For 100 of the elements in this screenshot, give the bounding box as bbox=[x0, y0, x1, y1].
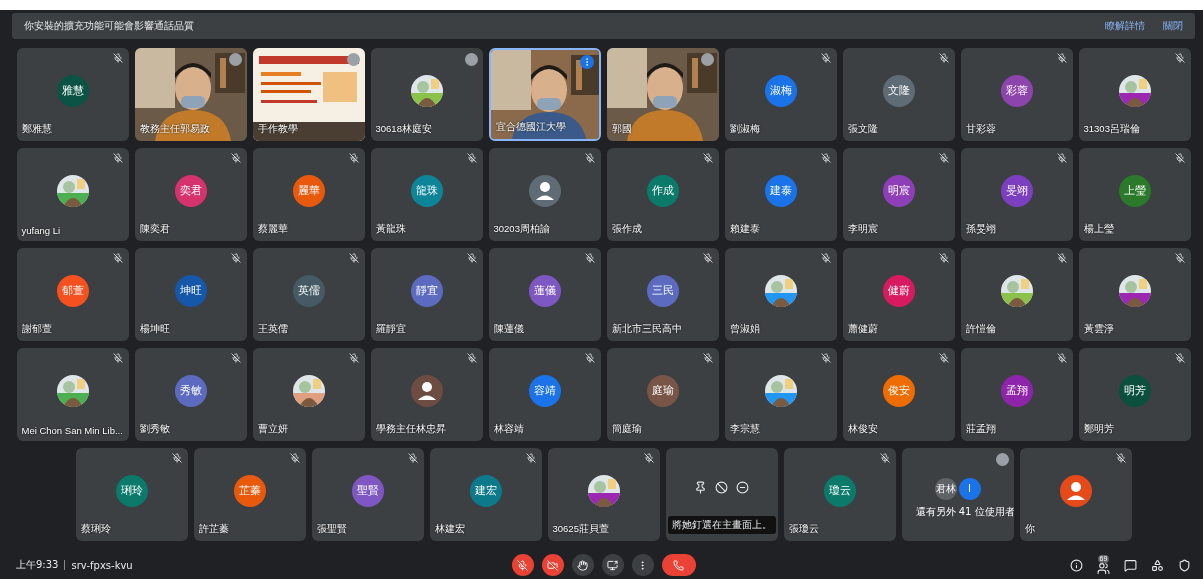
info-icon[interactable] bbox=[1070, 558, 1083, 572]
participant-tile[interactable]: yufang Li bbox=[16, 148, 129, 241]
participant-tile[interactable]: 彩蓉 甘彩蓉 bbox=[960, 48, 1073, 141]
participant-tile[interactable]: 明宸 李明宸 bbox=[842, 148, 955, 241]
participant-tile[interactable]: 許愷倫 bbox=[960, 248, 1073, 341]
shield-icon[interactable] bbox=[1178, 558, 1191, 572]
present-button[interactable] bbox=[601, 554, 624, 576]
remove-icon[interactable] bbox=[736, 481, 749, 494]
clock-time: 上午9:33 bbox=[16, 558, 59, 572]
participant-tile[interactable]: 建宏 林建宏 bbox=[429, 448, 542, 541]
participant-tile[interactable]: 明芳 鄭明芳 bbox=[1078, 348, 1191, 441]
participant-name: 陳奕君 bbox=[139, 223, 170, 236]
participant-name: 蔡麗華 bbox=[257, 223, 288, 236]
participant-tile[interactable]: 上瑩 楊上瑩 bbox=[1078, 148, 1191, 241]
participant-tile[interactable]: 雅慧 鄭雅慧 bbox=[16, 48, 129, 141]
participant-tile[interactable]: 坤旺 楊坤旺 bbox=[134, 248, 247, 341]
participant-name: 張聖賢 bbox=[316, 523, 347, 536]
participant-name: 陳蓮儀 bbox=[493, 323, 524, 336]
hang-up-icon bbox=[673, 559, 684, 571]
participant-tile[interactable]: 三民 新北市三民高中 bbox=[606, 248, 719, 341]
participant-tile[interactable]: 琍玲 蔡琍玲 bbox=[75, 448, 188, 541]
mic-off-button[interactable] bbox=[511, 554, 534, 576]
participant-name: 林容靖 bbox=[493, 423, 524, 436]
participant-tile[interactable]: 秀敏 劉秀敏 bbox=[134, 348, 247, 441]
avatar-initials: 建宏 bbox=[469, 474, 502, 507]
hang-up-button[interactable] bbox=[661, 554, 696, 576]
banner-link[interactable]: 關閉 bbox=[1163, 19, 1183, 33]
participant-tile[interactable]: 旻翊 孫旻翊 bbox=[960, 148, 1073, 241]
participant-tile[interactable]: Mei Chon San Min Lib... bbox=[16, 348, 129, 441]
participant-tile[interactable]: 作成 張作成 bbox=[606, 148, 719, 241]
participant-tile[interactable]: 郁萱 謝郁萱 bbox=[16, 248, 129, 341]
camera-off-icon bbox=[547, 559, 558, 571]
avatar-initials: 秀敏 bbox=[174, 374, 207, 407]
participant-tile[interactable]: 手作教學 bbox=[252, 48, 365, 141]
participant-tile[interactable]: 孟翔 莊孟翔 bbox=[960, 348, 1073, 441]
participant-tile[interactable]: 黃雲淨 bbox=[1078, 248, 1191, 341]
participant-tile[interactable]: 曹立妍 bbox=[252, 348, 365, 441]
participant-name: 王英儒 bbox=[257, 323, 288, 336]
participant-tile[interactable]: 30618林庭安 bbox=[370, 48, 483, 141]
shapes-icon[interactable] bbox=[1151, 558, 1164, 572]
avatar-initials: 容靖 bbox=[528, 374, 561, 407]
participant-tile[interactable]: 容靖 林容靖 bbox=[488, 348, 601, 441]
participant-tile[interactable]: 建泰 賴建泰 bbox=[724, 148, 837, 241]
participant-name: 謝郁萱 bbox=[21, 323, 52, 336]
participant-tile[interactable]: 庭瑜 簡庭瑜 bbox=[606, 348, 719, 441]
participant-tile[interactable]: 健蔚 蕭健蔚 bbox=[842, 248, 955, 341]
camera-off-button[interactable] bbox=[541, 554, 564, 576]
participant-tile[interactable]: 文隆 張文隆 bbox=[842, 48, 955, 141]
participant-tile[interactable]: 淑梅 劉淑梅 bbox=[724, 48, 837, 141]
person-icon bbox=[410, 374, 443, 407]
participant-tile[interactable]: 麗華 蔡麗華 bbox=[252, 148, 365, 241]
notice-text: 你安裝的擴充功能可能會影響通話品質 bbox=[24, 19, 195, 33]
participant-tile[interactable]: 30625莊貝萱 bbox=[547, 448, 660, 541]
participant-tile[interactable]: 宜合德國江大學 bbox=[488, 48, 601, 141]
participant-tile[interactable]: 將她釘選在主畫面上。 bbox=[665, 448, 778, 541]
participant-name: 30625莊貝萱 bbox=[552, 523, 609, 536]
participant-tile[interactable]: 芷蓁 許芷蓁 bbox=[193, 448, 306, 541]
participant-tile[interactable]: 奕君 陳奕君 bbox=[134, 148, 247, 241]
avatar-initials: 坤旺 bbox=[174, 274, 207, 307]
avatar-initials: 孟翔 bbox=[1000, 374, 1033, 407]
avatar-initials: 瓊云 bbox=[823, 474, 856, 507]
banner-link[interactable]: 瞭解詳情 bbox=[1105, 19, 1145, 33]
participant-tile[interactable]: 31303呂瑞倫 bbox=[1078, 48, 1191, 141]
avatar-initials: 芷蓁 bbox=[233, 474, 266, 507]
avatar-initials: 麗華 bbox=[292, 174, 325, 207]
participant-name: 莊孟翔 bbox=[965, 423, 996, 436]
participant-name: 曹立妍 bbox=[257, 423, 288, 436]
raise-hand-button[interactable] bbox=[571, 554, 594, 576]
participant-name: 張作成 bbox=[611, 223, 642, 236]
participant-tile[interactable]: 君林 I 還有另外 41 位使用者 bbox=[901, 448, 1014, 541]
participant-tile[interactable]: 靜宜 羅靜宜 bbox=[370, 248, 483, 341]
more-button[interactable] bbox=[631, 554, 654, 576]
avatar-initials: 聖賢 bbox=[351, 474, 384, 507]
participant-tile[interactable]: 30203周柏諭 bbox=[488, 148, 601, 241]
participant-name: 簡庭瑜 bbox=[611, 423, 642, 436]
participant-name: 劉秀敏 bbox=[139, 423, 170, 436]
participant-name: 黃龍珠 bbox=[375, 223, 406, 236]
avatar-initials: 奕君 bbox=[174, 174, 207, 207]
participant-name: 曾淑娟 bbox=[729, 323, 760, 336]
participant-tile[interactable]: 郭國 bbox=[606, 48, 719, 141]
participant-tile[interactable]: 你 bbox=[1019, 448, 1132, 541]
participant-tile[interactable]: 李宗慧 bbox=[724, 348, 837, 441]
person-icon bbox=[528, 174, 561, 207]
participant-tile[interactable]: 龍珠 黃龍珠 bbox=[370, 148, 483, 241]
chat-icon[interactable] bbox=[1124, 558, 1137, 572]
avatar-initials: 郁萱 bbox=[56, 274, 89, 307]
avatar-initials: 庭瑜 bbox=[646, 374, 679, 407]
participant-name: 30618林庭安 bbox=[375, 123, 432, 136]
participant-tile[interactable]: 曾淑娟 bbox=[724, 248, 837, 341]
participant-tile[interactable]: 瓊云 張瓊云 bbox=[783, 448, 896, 541]
participant-tile[interactable]: 學務主任林忠昇 bbox=[370, 348, 483, 441]
raise-hand-icon bbox=[577, 559, 588, 571]
participant-tile[interactable]: 蓮儀 陳蓮儀 bbox=[488, 248, 601, 341]
pin-icon[interactable] bbox=[694, 481, 707, 494]
participant-tile[interactable]: 英儒 王英儒 bbox=[252, 248, 365, 341]
avatar-initials: 明芳 bbox=[1118, 374, 1151, 407]
mute-icon[interactable] bbox=[715, 481, 728, 494]
participant-name: 31303呂瑞倫 bbox=[1083, 123, 1140, 136]
participant-tile[interactable]: 聖賢 張聖賢 bbox=[311, 448, 424, 541]
participant-tile[interactable]: 俊安 林俊安 bbox=[842, 348, 955, 441]
